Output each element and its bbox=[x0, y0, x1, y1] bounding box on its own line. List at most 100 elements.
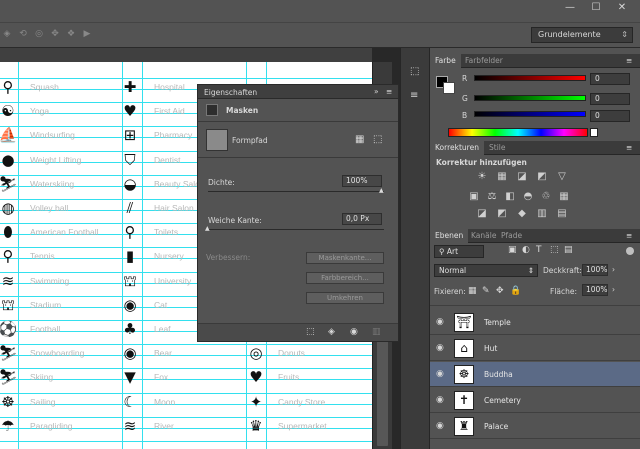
rotate-3d-icon[interactable]: ⟲ bbox=[18, 29, 28, 39]
adjustment-icon[interactable]: ▦ bbox=[496, 171, 508, 183]
camera-3d-icon[interactable]: ▶ bbox=[82, 29, 92, 39]
green-slider[interactable] bbox=[474, 95, 586, 101]
adjustment-icon[interactable]: ◩ bbox=[536, 171, 548, 183]
adjustment-icon[interactable]: ◪ bbox=[476, 208, 488, 220]
color-spectrum-bar[interactable] bbox=[448, 128, 588, 137]
red-value[interactable]: 0 bbox=[590, 73, 630, 85]
add-pixel-mask-icon[interactable]: ▦ bbox=[355, 134, 364, 145]
tab-paths[interactable]: Pfade bbox=[496, 229, 527, 243]
delete-mask-icon[interactable]: ▥ bbox=[372, 327, 381, 337]
white-swatch[interactable] bbox=[590, 128, 598, 137]
blue-value[interactable]: 0 bbox=[590, 110, 630, 122]
pan-3d-icon[interactable]: ✥ bbox=[50, 29, 60, 39]
visibility-eye-icon[interactable]: ◉ bbox=[436, 395, 446, 405]
apply-mask-icon[interactable]: ◈ bbox=[328, 327, 335, 337]
close-button[interactable]: ✕ bbox=[612, 2, 632, 14]
lock-all-icon[interactable]: 🔒 bbox=[510, 286, 521, 296]
adjustments-heading: Korrektur hinzufügen bbox=[436, 158, 527, 167]
visibility-eye-icon[interactable]: ◉ bbox=[436, 421, 446, 431]
invert-button[interactable]: Umkehren bbox=[306, 292, 384, 304]
roll-3d-icon[interactable]: ◎ bbox=[34, 29, 44, 39]
adjustment-icon[interactable]: ♲ bbox=[540, 191, 552, 203]
filter-type-icon[interactable]: T bbox=[536, 245, 542, 255]
vector-mask-thumbnail[interactable] bbox=[206, 129, 228, 151]
tab-adjustments[interactable]: Korrekturen bbox=[430, 141, 484, 155]
density-slider-track[interactable] bbox=[208, 191, 384, 192]
visibility-eye-icon[interactable]: ◉ bbox=[436, 317, 446, 327]
paragliding-icon: ☂ bbox=[1, 417, 15, 435]
properties-section: Masken bbox=[226, 106, 259, 115]
density-input[interactable]: 100% bbox=[342, 175, 382, 187]
lock-transparent-icon[interactable]: ▦ bbox=[468, 286, 477, 296]
properties-panel-icon[interactable]: ≡ bbox=[410, 90, 418, 101]
feather-slider-handle[interactable]: ▲ bbox=[205, 225, 210, 232]
tool-option-icon[interactable]: ◈ bbox=[2, 29, 12, 39]
adjustment-icon[interactable]: ☀ bbox=[476, 171, 488, 183]
density-slider-handle[interactable]: ▲ bbox=[379, 187, 384, 194]
panel-menu-icon[interactable]: ≡ bbox=[626, 56, 632, 65]
chevron-right-icon[interactable]: › bbox=[612, 265, 615, 274]
tab-swatches[interactable]: Farbfelder bbox=[460, 54, 508, 68]
panel-menu-icon[interactable]: ≡ bbox=[626, 143, 632, 152]
adjustment-icon[interactable]: ▦ bbox=[558, 191, 570, 203]
lock-pixels-icon[interactable]: ✎ bbox=[482, 286, 490, 296]
background-color-swatch[interactable] bbox=[443, 82, 455, 94]
green-value[interactable]: 0 bbox=[590, 93, 630, 105]
filter-shape-icon[interactable]: ⬚ bbox=[550, 245, 559, 255]
minimize-button[interactable]: — bbox=[560, 2, 580, 14]
opacity-label: Deckkraft: bbox=[543, 266, 582, 275]
layer-row[interactable]: ◉ ⛩ Temple bbox=[430, 310, 640, 335]
panel-menu-icon[interactable]: ≡ bbox=[626, 231, 632, 240]
tab-color[interactable]: Farbe bbox=[430, 54, 461, 68]
opacity-input[interactable]: 100% bbox=[582, 264, 608, 276]
filter-adjustment-icon[interactable]: ◐ bbox=[522, 245, 530, 255]
restore-button[interactable]: ☐ bbox=[586, 2, 606, 14]
adjustment-icon[interactable]: ▥ bbox=[536, 208, 548, 220]
guide-line-horizontal bbox=[0, 344, 372, 345]
feather-slider-track[interactable] bbox=[208, 229, 384, 230]
filter-toggle[interactable] bbox=[626, 247, 634, 255]
load-selection-icon[interactable]: ⬚ bbox=[306, 327, 315, 337]
blue-slider[interactable] bbox=[474, 111, 586, 117]
red-slider[interactable] bbox=[474, 75, 586, 81]
add-vector-mask-icon[interactable]: ⬚ bbox=[373, 134, 382, 145]
fill-input[interactable]: 100% bbox=[582, 284, 608, 296]
lock-position-icon[interactable]: ✥ bbox=[496, 286, 504, 296]
icon-label: Supermarket bbox=[278, 421, 327, 431]
chevron-right-icon[interactable]: › bbox=[612, 285, 615, 294]
layer-row[interactable]: ◉ ✝ Cemetery bbox=[430, 388, 640, 413]
density-label: Dichte: bbox=[208, 178, 235, 187]
color-range-button[interactable]: Farbbereich... bbox=[306, 272, 384, 284]
slide-3d-icon[interactable]: ❖ bbox=[66, 29, 76, 39]
collapse-icon[interactable]: » bbox=[374, 87, 379, 96]
filter-pixel-icon[interactable]: ▣ bbox=[508, 245, 517, 255]
tab-styles[interactable]: Stile bbox=[484, 141, 510, 155]
adjustment-icon[interactable]: ◓ bbox=[522, 191, 534, 203]
adjustment-icon[interactable]: ◧ bbox=[504, 191, 516, 203]
panel-dock-strip: ⬚ ≡ bbox=[400, 48, 430, 449]
layer-row[interactable]: ◉ ⌂ Hut bbox=[430, 336, 640, 361]
layer-row[interactable]: ◉ ♜ Palace bbox=[430, 414, 640, 439]
toggle-mask-visibility-icon[interactable]: ◉ bbox=[350, 327, 358, 337]
tab-layers[interactable]: Ebenen bbox=[430, 229, 469, 243]
adjustment-icon[interactable]: ▣ bbox=[468, 191, 480, 203]
adjustment-icon[interactable]: ⚖ bbox=[486, 191, 498, 203]
visibility-eye-icon[interactable]: ◉ bbox=[436, 343, 446, 353]
icon-label: Hair Salon bbox=[154, 203, 194, 213]
stadium-icon: ⛫ bbox=[1, 296, 15, 314]
blend-mode-dropdown[interactable]: Normal ⇕ bbox=[434, 264, 538, 277]
mask-edge-button[interactable]: Maskenkante... bbox=[306, 252, 384, 264]
panel-menu-icon[interactable]: ≡ bbox=[386, 87, 392, 96]
adjustment-icon[interactable]: ◪ bbox=[516, 171, 528, 183]
history-panel-icon[interactable]: ⬚ bbox=[410, 66, 419, 77]
layer-filter-dropdown[interactable]: ⚲ Art bbox=[434, 245, 484, 258]
adjustment-icon[interactable]: ◩ bbox=[496, 208, 508, 220]
workspace-dropdown[interactable]: Grundelemente ⇕ bbox=[531, 27, 633, 43]
adjustment-icon[interactable]: ◆ bbox=[516, 208, 528, 220]
visibility-eye-icon[interactable]: ◉ bbox=[436, 369, 446, 379]
feather-input[interactable]: 0,0 Px bbox=[342, 213, 382, 225]
adjustment-icon[interactable]: ▤ bbox=[556, 208, 568, 220]
layer-row[interactable]: ◉ ☸ Buddha bbox=[430, 362, 640, 387]
adjustment-icon[interactable]: ▽ bbox=[556, 171, 568, 183]
filter-smart-object-icon[interactable]: ▤ bbox=[564, 245, 573, 255]
